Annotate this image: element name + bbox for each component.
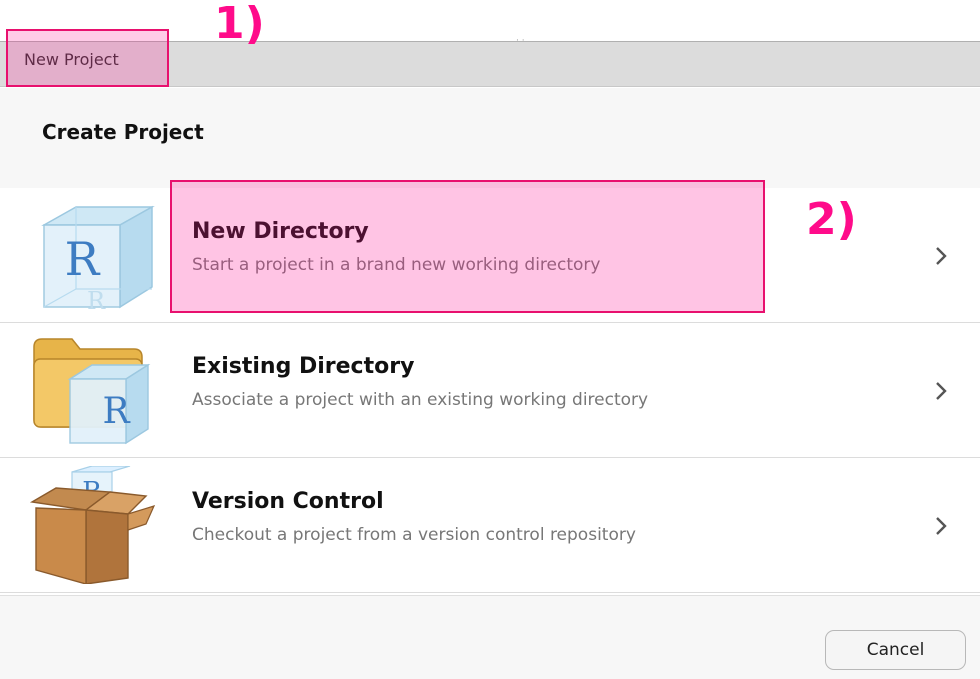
chevron-right-icon — [936, 517, 947, 535]
annotation-highlight-1 — [6, 29, 169, 87]
page-title: Create Project — [42, 120, 204, 144]
box-r-icon: R — [29, 466, 156, 584]
option-description: Checkout a project from a version contro… — [192, 525, 636, 545]
cancel-button[interactable]: Cancel — [825, 630, 966, 670]
annotation-label-2: 2) — [806, 194, 857, 245]
svg-text:R: R — [102, 391, 130, 432]
r-cube-icon: R R — [41, 205, 155, 311]
option-description: Associate a project with an existing wor… — [192, 390, 649, 410]
folder-r-icon: R — [33, 338, 151, 445]
option-title: Existing Directory — [192, 354, 415, 379]
option-title: Version Control — [192, 489, 384, 514]
svg-text:R: R — [87, 287, 106, 311]
annotation-highlight-2 — [170, 180, 765, 313]
svg-text:R: R — [65, 232, 101, 286]
chevron-right-icon — [936, 382, 947, 400]
chevron-right-icon — [936, 247, 947, 265]
annotation-label-1: 1) — [214, 0, 265, 49]
